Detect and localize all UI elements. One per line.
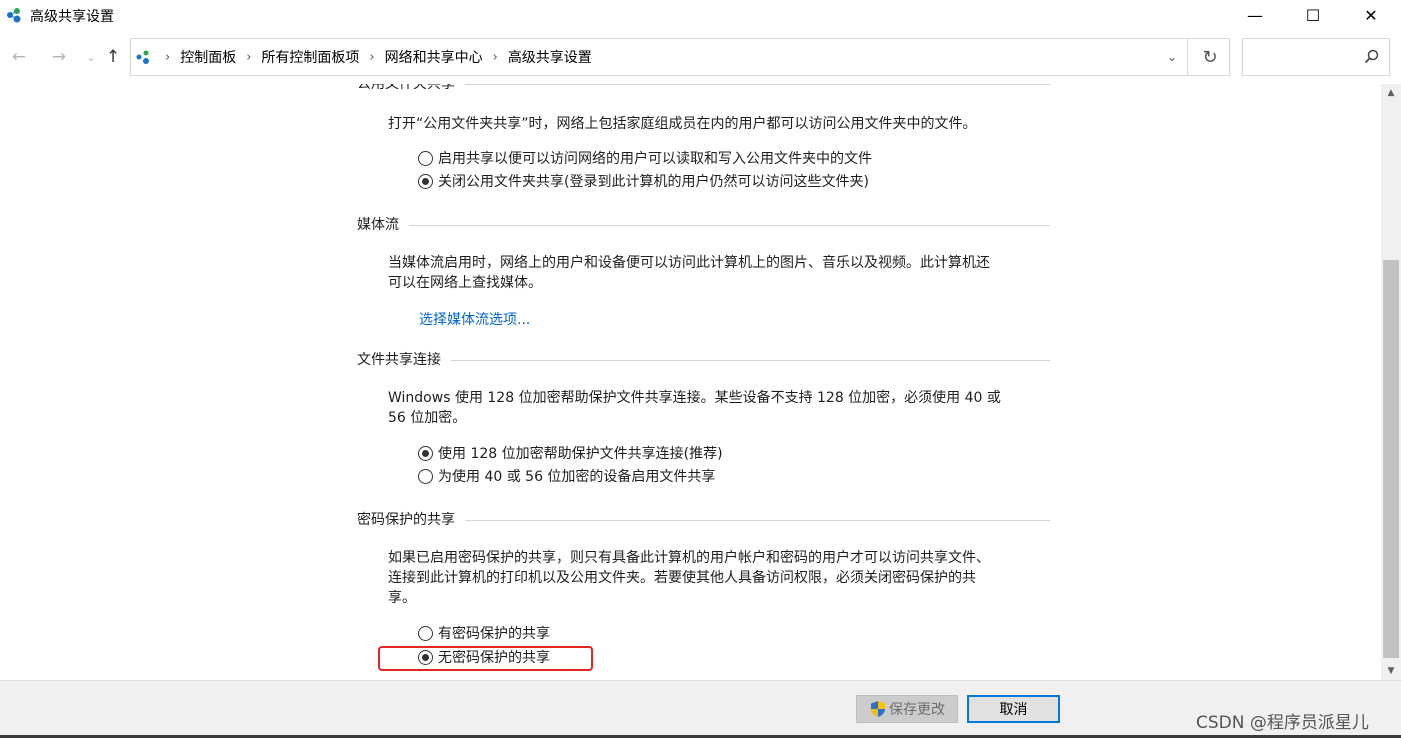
window-title: 高级共享设置 [30,9,114,25]
minimize-button[interactable]: — [1232,0,1278,30]
back-button[interactable]: ← [8,46,30,68]
radio-button-selected[interactable] [418,445,433,461]
media-description-line1: 当媒体流启用时，网络上的用户和设备便可以访问此计算机上的图片、音乐以及视频。此计… [388,255,990,271]
media-streaming-options-link[interactable]: 选择媒体流选项... [419,309,530,329]
red-highlight-box [378,646,593,671]
title-bar: 高级共享设置 — ☐ ✕ [0,0,1401,30]
chevron-right-icon[interactable]: › [369,50,374,65]
settings-content: 公用文件夹共享 打开“公用文件夹共享”时，网络上包括家庭组成员在内的用户都可以访… [0,84,1380,680]
chevron-right-icon[interactable]: › [165,50,170,65]
encryption-40-56-option[interactable]: 为使用 40 或 56 位加密的设备启用文件共享 [418,466,715,486]
recent-locations-chevron-icon[interactable]: ⌄ [80,46,102,68]
file-sharing-description-line2: 56 位加密。 [388,410,467,426]
file-sharing-description-line1: Windows 使用 128 位加密帮助保护文件共享连接。某些设备不支持 128… [388,390,1001,406]
chevron-right-icon[interactable]: › [246,50,251,65]
scroll-thumb[interactable] [1383,260,1399,658]
save-changes-button[interactable]: 保存更改 [856,695,958,723]
public-folder-option-enable[interactable]: 启用共享以便可以访问网络的用户可以读取和写入公用文件夹中的文件 [418,148,872,168]
public-folder-description: 打开“公用文件夹共享”时，网络上包括家庭组成员在内的用户都可以访问公用文件夹中的… [388,116,977,132]
password-description-line3: 享。 [388,590,416,606]
search-icon[interactable] [1363,48,1381,66]
divider [465,519,1050,521]
address-divider [1187,39,1188,75]
address-bar[interactable]: › 控制面板 › 所有控制面板项 › 网络和共享中心 › 高级共享设置 ⌄ ↻ [130,38,1230,76]
forward-button[interactable]: → [48,46,70,68]
radio-button[interactable] [418,625,433,641]
refresh-icon[interactable]: ↻ [1191,39,1229,75]
navigation-bar: ← → ⌄ ↑ › 控制面板 › 所有控制面板项 › 网络和共享中心 › 高级共… [0,38,1401,78]
csdn-watermark: CSDN @程序员派星儿 [1196,713,1369,733]
close-button[interactable]: ✕ [1348,0,1394,30]
password-description-line2: 连接到此计算机的打印机以及公用文件夹。若要使其他人具备访问权限，必须关闭密码保护… [388,570,976,586]
breadcrumb-network-sharing-center[interactable]: 网络和共享中心 [385,47,483,67]
breadcrumb-all-control-panel-items[interactable]: 所有控制面板项 [261,47,359,67]
vertical-scrollbar[interactable]: ▲ ▼ [1381,84,1401,680]
network-app-icon [7,8,21,23]
radio-button-selected[interactable] [418,173,433,189]
scroll-up-arrow-icon[interactable]: ▲ [1381,84,1401,102]
password-protected-on-option[interactable]: 有密码保护的共享 [418,623,550,643]
chevron-right-icon[interactable]: › [493,50,498,65]
breadcrumb-control-panel[interactable]: 控制面板 [180,47,236,67]
radio-button[interactable] [418,468,433,484]
cancel-button[interactable]: 取消 [967,695,1060,723]
media-description-line2: 可以在网络上查找媒体。 [388,275,542,291]
scroll-down-arrow-icon[interactable]: ▼ [1381,662,1401,680]
breadcrumb: › 控制面板 › 所有控制面板项 › 网络和共享中心 › 高级共享设置 [159,39,592,75]
password-section-title: 密码保护的共享 [357,509,1050,529]
divider [451,359,1050,361]
button-bar: 保存更改 取消 CSDN @程序员派星儿 [0,680,1401,738]
public-folder-option-disable[interactable]: 关闭公用文件夹共享(登录到此计算机的用户仍然可以访问这些文件夹) [418,171,869,191]
encryption-128-option[interactable]: 使用 128 位加密帮助保护文件共享连接(推荐) [418,443,723,463]
up-button[interactable]: ↑ [102,46,124,68]
file-sharing-section-title: 文件共享连接 [357,349,1050,369]
radio-button[interactable] [418,150,433,166]
divider [465,84,1050,85]
media-section-title: 媒体流 [357,214,1050,234]
breadcrumb-advanced-sharing[interactable]: 高级共享设置 [508,47,592,67]
public-folder-section-title: 公用文件夹共享 [357,84,1050,93]
password-description-line1: 如果已启用密码保护的共享，则只有具备此计算机的用户帐户和密码的用户才可以访问共享… [388,550,990,566]
address-dropdown-icon[interactable]: ⌄ [1157,39,1187,75]
network-icon [136,50,149,64]
uac-shield-icon [871,701,885,717]
maximize-button[interactable]: ☐ [1290,0,1336,30]
search-input[interactable] [1242,38,1390,76]
divider [409,224,1050,226]
